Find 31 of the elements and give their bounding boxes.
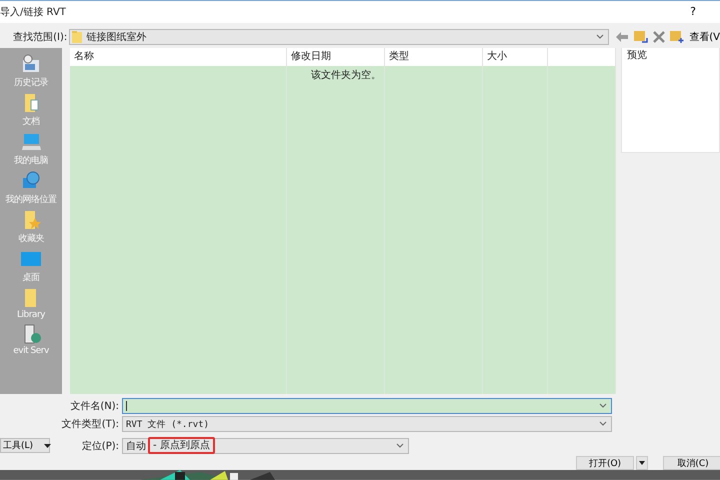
cancel-button[interactable]: 取消(C): [663, 456, 720, 470]
file-name-label: 文件名(N):: [69, 400, 120, 414]
caret-icon: [44, 444, 51, 448]
chevron-icon: [599, 403, 607, 410]
tools-button[interactable]: 工具(L): [0, 438, 50, 454]
chevron-icon: [596, 34, 604, 40]
clock-icon: [20, 54, 42, 74]
window-title: 导入/链接 RVT: [0, 6, 66, 19]
file-type-label: 文件类型(T):: [60, 418, 120, 432]
preview-label: 预览: [627, 50, 647, 61]
empty-folder-message: 该文件夹为空。: [311, 70, 381, 81]
position-label: 定位(P):: [80, 440, 120, 453]
chevron-icon: [599, 421, 607, 428]
position-dropdown[interactable]: 自动 - 原点到原点: [122, 438, 409, 454]
help-button[interactable]: ?: [686, 5, 700, 18]
view-menu-button[interactable]: 查看(V: [689, 30, 720, 44]
look-in-dropdown[interactable]: 链接图纸室外: [69, 28, 610, 45]
folder-up-icon[interactable]: [634, 30, 648, 44]
file-name-field[interactable]: [122, 398, 612, 414]
open-button[interactable]: 打开(O): [576, 456, 634, 470]
highlighted-option-text: - 原点到原点: [148, 437, 215, 454]
globe-monitor-icon: [20, 170, 42, 191]
file-type-dropdown[interactable]: RVT 文件 (*.rvt): [122, 416, 612, 432]
caret-icon: [639, 461, 645, 466]
new-folder-icon[interactable]: [670, 30, 684, 44]
monitor-icon: [20, 132, 42, 152]
delete-icon[interactable]: [653, 30, 666, 43]
open-options-button[interactable]: [636, 456, 648, 470]
folder-icon: [72, 30, 82, 43]
look-in-label: 查找范围(I):: [12, 30, 68, 44]
chevron-icon: [396, 442, 404, 449]
